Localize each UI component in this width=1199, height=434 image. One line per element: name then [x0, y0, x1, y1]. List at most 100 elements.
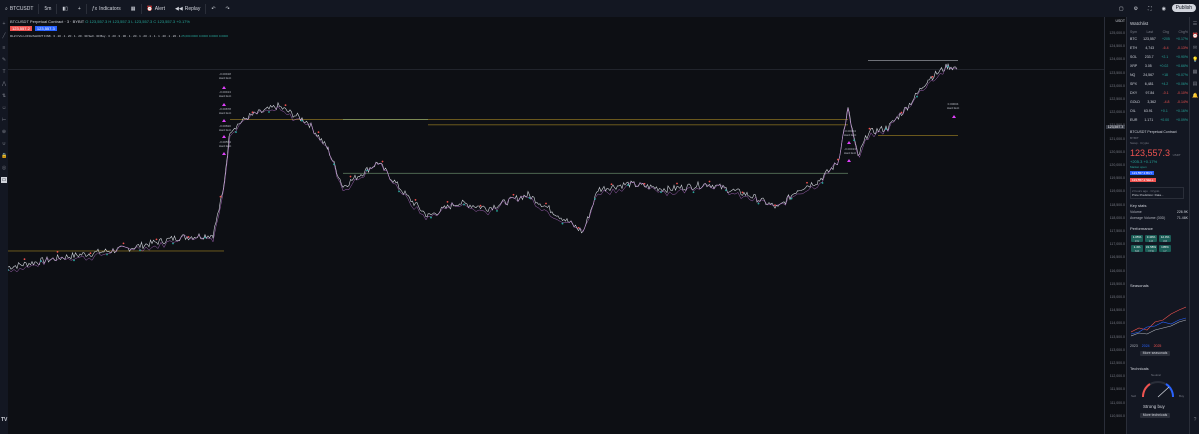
details-buy-button[interactable]: 123,557.3 BUY: [1130, 171, 1155, 175]
chat-icon[interactable]: ✉: [1192, 45, 1198, 51]
signal-dot: [868, 127, 871, 130]
watchlist-row[interactable]: OIL 63.91 +0.1 +0.16%: [1130, 109, 1188, 115]
prediction-icon[interactable]: ⇅: [1, 93, 7, 99]
signal-dot: [790, 197, 793, 200]
fullscreen-button[interactable]: ⛶: [1143, 0, 1157, 17]
eye-icon[interactable]: ◎: [1, 165, 7, 171]
currency-label[interactable]: USDT: [1115, 19, 1125, 23]
settings-button[interactable]: ⚙: [1129, 0, 1143, 17]
brush-icon[interactable]: ✎: [1, 57, 7, 63]
signal-dot: [40, 260, 42, 263]
chart-area[interactable]: BTCUSDT Perpetual Contract · 3 · BYBIT O…: [8, 17, 1104, 434]
ohlc-values: O 123,557.3 H 123,557.3 L 123,557.3 C 12…: [85, 19, 190, 24]
publish-button[interactable]: Publish: [1171, 4, 1196, 12]
icons-icon[interactable]: ☺: [1, 105, 7, 111]
annotation-label: -0.00013 Hard Exit: [843, 147, 857, 155]
technical-rating: Strong buy: [1143, 404, 1165, 409]
pattern-icon[interactable]: ⋀: [1, 81, 7, 87]
interval-button[interactable]: 5m: [39, 0, 56, 17]
right-sidebar: ☰ ⏰ ✉ 💡 ▦ ▤ 🔔 ?: [1189, 17, 1199, 434]
watchlist-row[interactable]: XRP 3.05 +0.02 +0.66%: [1130, 64, 1188, 70]
undo-button[interactable]: ↶: [206, 0, 220, 17]
more-technicals-button[interactable]: More technicals: [1140, 413, 1170, 418]
signal-dot: [741, 191, 744, 194]
grid-icon: ▦: [130, 5, 136, 12]
signal-dot: [947, 65, 949, 68]
more-seasonals-button[interactable]: More seasonals: [1140, 351, 1170, 356]
search-icon: ⌕: [5, 5, 8, 12]
chart-type-button[interactable]: ▮▯: [57, 0, 73, 17]
fx-icon: ƒx: [91, 5, 98, 12]
watchlist-row[interactable]: BTC 123,557 +205 +0.17%: [1130, 37, 1188, 43]
exit-marker: [847, 159, 851, 162]
notifications-icon[interactable]: 🔔: [1192, 93, 1198, 99]
symbol-title[interactable]: BTCUSDT Perpetual Contract · 3 · BYBIT: [10, 19, 84, 24]
watchlist-row[interactable]: ETH 4,743 -6.4 -0.13%: [1130, 46, 1188, 52]
seasonal-legend: 2023 2024 2025: [1130, 344, 1162, 348]
indicators-button[interactable]: ƒx Indicators: [87, 0, 126, 17]
signal-dot: [479, 204, 482, 207]
symbol-search[interactable]: ⌕ BTCUSDT: [0, 0, 38, 17]
news-icon[interactable]: ▤: [1192, 81, 1198, 87]
help-icon[interactable]: ?: [1192, 417, 1198, 423]
trend-line-icon[interactable]: ╱: [1, 33, 7, 39]
signal-dot: [594, 198, 596, 200]
price-tick-label: 112,000.0: [1109, 374, 1125, 379]
price-tick-label: 125,000.0: [1109, 31, 1125, 35]
watchlist-row[interactable]: SPX 6,481 +4.2 +0.06%: [1130, 82, 1188, 88]
watchlist-row[interactable]: SOL 233.7 +2.1 +0.90%: [1130, 55, 1188, 61]
replay-button[interactable]: ◀◀ Replay: [170, 0, 205, 17]
technicals-heading: Technicals: [1130, 366, 1149, 371]
watchlist-row[interactable]: EUR 1.171 +0.00 +0.09%: [1130, 118, 1188, 124]
signal-dot: [56, 250, 59, 253]
ruler-icon[interactable]: ⊢: [1, 117, 7, 123]
alert-button[interactable]: ⏰ Alert: [142, 0, 171, 17]
layout-button[interactable]: ▢: [1114, 0, 1129, 17]
replay-icon: ◀◀: [175, 5, 183, 12]
gauge-buy-label: Buy: [1179, 394, 1185, 398]
camera-icon: ◉: [1161, 5, 1166, 12]
price-tick-label: 124,500.0: [1109, 44, 1125, 49]
fib-icon[interactable]: ≡: [1, 45, 7, 51]
snapshot-button[interactable]: ◉: [1157, 0, 1171, 17]
news-item[interactable]: 2 hours ago · Crypto Price Prediction: Da…: [1130, 187, 1184, 199]
sell-box[interactable]: 123,557.2: [10, 26, 32, 31]
price-tick-label: 124,000.0: [1109, 57, 1125, 62]
price-tick-label: 113,500.0: [1109, 334, 1125, 339]
signal-dot: [853, 139, 855, 142]
alerts-icon[interactable]: ⏰: [1192, 33, 1198, 39]
magnet-icon[interactable]: ∪: [1, 141, 7, 147]
details-symbol[interactable]: BTCUSDT Perpetual Contract: [1130, 130, 1177, 134]
price-tick-label: 120,500.0: [1109, 149, 1125, 154]
compare-button[interactable]: +: [73, 0, 86, 17]
replay-label: Replay: [184, 5, 201, 12]
signal-dot: [676, 182, 678, 185]
price-axis[interactable]: USDT 123,557.3 125,000.0 124,500.0 124,000…: [1104, 17, 1127, 434]
zoom-icon[interactable]: ⊕: [1, 129, 7, 135]
price-tick-label: 113,000.0: [1109, 347, 1125, 352]
exit-marker: [222, 103, 226, 106]
watchlist-row[interactable]: DXY 97.84 -0.1 -0.10%: [1130, 91, 1188, 97]
text-icon[interactable]: T: [1, 69, 7, 75]
watchlist-row[interactable]: GOLD 3,362 -4.8 -0.14%: [1130, 100, 1188, 106]
crosshair-icon[interactable]: +: [1, 21, 7, 27]
redo-button[interactable]: ↷: [221, 0, 235, 17]
signal-dot: [122, 242, 125, 245]
details-sell-button[interactable]: 123,557.2 SELL: [1130, 178, 1156, 182]
watchlist-icon[interactable]: ☰: [1192, 21, 1198, 27]
calendar-icon[interactable]: ▦: [1192, 69, 1198, 75]
price-tick-label: 115,500.0: [1109, 281, 1125, 286]
trash-icon[interactable]: ▭: [1, 177, 7, 183]
watchlist-row[interactable]: NQ 24,567 +18 +0.07%: [1130, 73, 1188, 79]
templates-button[interactable]: ▦: [126, 0, 141, 17]
signal-dot: [900, 111, 903, 114]
buy-box[interactable]: 123,557.3: [34, 26, 57, 31]
lock-icon[interactable]: 🔒: [1, 153, 7, 159]
symbol-label: BTCUSDT: [9, 5, 34, 12]
ideas-icon[interactable]: 💡: [1192, 57, 1198, 63]
details-price: 123,557.3 USDT: [1130, 148, 1181, 158]
signal-dot: [545, 202, 547, 205]
indicator-params[interactable]: RLZ FVG LONG/SHORT FIN8 · 3 · 20 · 1 · 2…: [10, 34, 180, 38]
watchlist-header[interactable]: Watchlist: [1130, 21, 1148, 26]
price-chart[interactable]: [8, 17, 1104, 434]
